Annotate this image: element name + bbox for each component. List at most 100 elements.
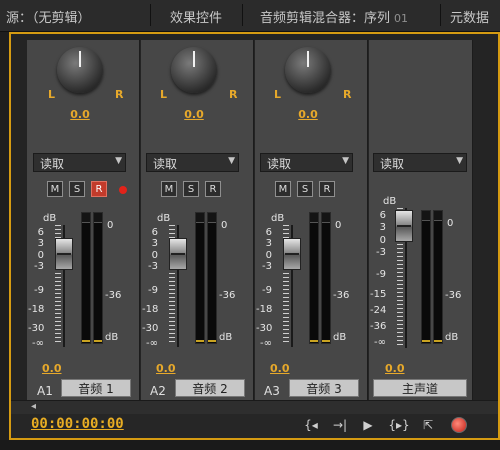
record-enable-button[interactable]: R xyxy=(91,181,107,197)
meter-baseline xyxy=(322,340,330,342)
chevron-down-icon: ▼ xyxy=(342,156,349,166)
record-icon[interactable] xyxy=(451,417,467,433)
pan-value[interactable]: 0.0 xyxy=(179,108,209,121)
scale-label: 0 xyxy=(265,250,272,261)
scale-label: -9 xyxy=(34,285,44,296)
meter-baseline xyxy=(310,340,318,342)
volume-fader-handle[interactable] xyxy=(283,238,301,270)
peak-indicator xyxy=(94,213,102,223)
tab-source-label: 源：（无剪辑） xyxy=(6,11,91,26)
level-meter-left xyxy=(309,212,319,344)
tab-divider xyxy=(440,4,441,26)
chevron-down-icon: ▼ xyxy=(115,156,122,166)
automation-mode-dropdown[interactable]: 读取 ▼ xyxy=(33,153,126,172)
meter-scale-label: dB xyxy=(445,332,459,343)
meter-baseline xyxy=(434,340,442,342)
volume-fader-handle[interactable] xyxy=(169,238,187,270)
track-name-field[interactable]: 音频 1 xyxy=(61,379,131,397)
pan-knob[interactable] xyxy=(57,47,103,93)
panel-tab-bar: 源：（无剪辑） 效果控件 音频剪辑混合器：序列 01 元数据 xyxy=(0,0,500,32)
track-name-field[interactable]: 音频 2 xyxy=(175,379,245,397)
pan-left-label: L xyxy=(160,88,168,101)
scale-label: dB xyxy=(43,213,57,224)
record-enable-button[interactable]: R xyxy=(205,181,221,197)
track-name-field[interactable]: 音频 3 xyxy=(289,379,359,397)
pan-value[interactable]: 0.0 xyxy=(293,108,323,121)
scale-label: -∞ xyxy=(374,337,386,348)
meter-scale-label: dB xyxy=(219,332,233,343)
scale-label: -30 xyxy=(256,323,273,334)
scale-label: 6 xyxy=(151,227,158,238)
tab-audio-clip-mixer[interactable]: 音频剪辑混合器：序列 01 xyxy=(260,7,408,26)
scale-label: -9 xyxy=(148,285,158,296)
play-icon[interactable]: ▶ xyxy=(360,416,376,434)
horizontal-scrollbar[interactable]: ◂ xyxy=(11,400,498,415)
scale-label: -3 xyxy=(262,261,272,272)
pan-knob[interactable] xyxy=(285,47,331,93)
scale-label: 6 xyxy=(37,227,44,238)
scale-label: -3 xyxy=(34,261,44,272)
scale-label: 0 xyxy=(379,235,386,246)
pan-value[interactable]: 0.0 xyxy=(65,108,95,121)
knob-indicator xyxy=(193,51,195,67)
tab-effect-controls-label: 效果控件 xyxy=(170,11,223,26)
scale-label: -15 xyxy=(370,289,387,300)
timecode-display[interactable]: 00:00:00:00 xyxy=(31,416,124,432)
tab-audio-clip-mixer-label: 音频剪辑混合器：序列 xyxy=(260,11,391,26)
meter-scale-label: 0 xyxy=(447,218,454,229)
meter-scale-label: 0 xyxy=(221,220,228,231)
solo-button[interactable]: S xyxy=(69,181,85,197)
scale-label: 6 xyxy=(379,210,386,221)
tab-effect-controls[interactable]: 效果控件 xyxy=(170,7,222,26)
pan-left-label: L xyxy=(274,88,282,101)
scroll-left-arrow-icon[interactable]: ◂ xyxy=(31,401,36,412)
go-to-in-icon[interactable]: {◂ xyxy=(301,416,321,434)
pan-right-label: R xyxy=(229,88,238,101)
scale-label: -∞ xyxy=(32,338,44,349)
meter-baseline xyxy=(82,340,90,342)
volume-value[interactable]: 0.0 xyxy=(156,362,176,375)
pan-knob[interactable] xyxy=(171,47,217,93)
play-in-to-out-icon[interactable]: {▸} xyxy=(387,416,411,434)
pan-right-label: R xyxy=(343,88,352,101)
meter-scale-label: -36 xyxy=(219,290,236,301)
chevron-down-icon: ▼ xyxy=(228,156,235,166)
meter-baseline xyxy=(208,340,216,342)
automation-mode-label: 读取 xyxy=(40,157,65,171)
mute-button[interactable]: M xyxy=(47,181,63,197)
track-id-label: A1 xyxy=(37,384,53,398)
record-enable-button[interactable]: R xyxy=(319,181,335,197)
meter-baseline xyxy=(94,340,102,342)
channel-strip-a2: L R 0.0 读取 ▼ M S R dB 6 3 0 -3 -9 -18 -30… xyxy=(141,40,254,400)
volume-value[interactable]: 0.0 xyxy=(270,362,290,375)
tab-source[interactable]: 源：（无剪辑） xyxy=(6,7,91,26)
peak-indicator xyxy=(422,211,430,221)
volume-fader-handle[interactable] xyxy=(55,238,73,270)
scale-label: 3 xyxy=(151,238,158,249)
channel-strip-a1: L R 0.0 读取 ▼ M S R dB 6 3 0 -3 -9 -18 -30… xyxy=(27,40,140,400)
knob-indicator xyxy=(79,51,81,67)
solo-button[interactable]: S xyxy=(183,181,199,197)
volume-fader-handle[interactable] xyxy=(395,210,413,242)
meter-baseline xyxy=(196,340,204,342)
solo-button[interactable]: S xyxy=(297,181,313,197)
mute-button[interactable]: M xyxy=(161,181,177,197)
tab-metadata[interactable]: 元数据 xyxy=(450,7,489,26)
go-to-out-icon[interactable]: →| xyxy=(330,416,350,434)
loop-icon[interactable]: ⇱ xyxy=(419,416,437,434)
scale-label: dB xyxy=(383,196,397,207)
mute-button[interactable]: M xyxy=(275,181,291,197)
peak-indicator xyxy=(82,213,90,223)
peak-indicator xyxy=(310,213,318,223)
transport-bar: 00:00:00:00 {◂ →| ▶ {▸} ⇱ xyxy=(11,414,498,438)
peak-indicator xyxy=(208,213,216,223)
volume-value[interactable]: 0.0 xyxy=(385,362,405,375)
automation-mode-dropdown[interactable]: 读取 ▼ xyxy=(373,153,467,172)
track-name-field[interactable]: 主声道 xyxy=(373,379,467,397)
scale-label: -9 xyxy=(376,269,386,280)
volume-value[interactable]: 0.0 xyxy=(42,362,62,375)
automation-mode-dropdown[interactable]: 读取 ▼ xyxy=(260,153,353,172)
automation-mode-dropdown[interactable]: 读取 ▼ xyxy=(146,153,239,172)
peak-indicator xyxy=(196,213,204,223)
meter-baseline xyxy=(422,340,430,342)
